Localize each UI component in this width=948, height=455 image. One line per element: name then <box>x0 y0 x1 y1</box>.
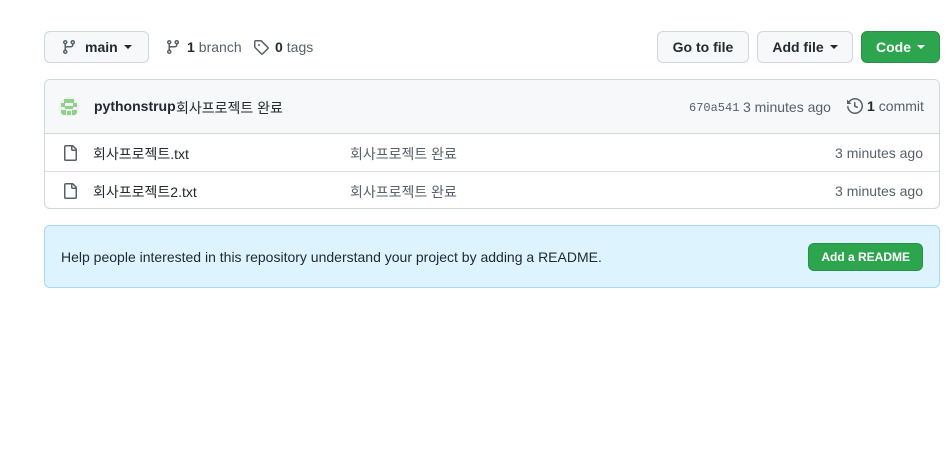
go-to-file-label: Go to file <box>672 39 734 55</box>
readme-prompt-text: Help people interested in this repositor… <box>61 249 602 265</box>
file-icon <box>62 145 78 161</box>
file-commit-time: 3 minutes ago <box>835 145 923 161</box>
commit-count-label: commit <box>878 98 924 114</box>
branch-count: 1 <box>187 39 195 55</box>
file-commit-message-link[interactable]: 회사프로젝트 완료 <box>350 182 457 202</box>
commit-time: 3 minutes ago <box>743 99 831 115</box>
tag-icon <box>253 39 269 55</box>
tags-link[interactable]: 0 tags <box>253 31 313 63</box>
add-file-button[interactable]: Add file <box>757 31 853 63</box>
file-commit-time: 3 minutes ago <box>835 183 923 199</box>
go-to-file-button[interactable]: Go to file <box>657 31 749 63</box>
add-file-label: Add file <box>772 39 824 55</box>
branch-name: main <box>85 39 118 55</box>
file-row: 회사프로젝트2.txt 회사프로젝트 완료 3 minutes ago <box>45 171 939 208</box>
file-commit-message-link[interactable]: 회사프로젝트 완료 <box>350 144 457 164</box>
tag-count: 0 <box>275 39 283 55</box>
file-name-link[interactable]: 회사프로젝트2.txt <box>93 182 197 202</box>
avatar[interactable] <box>59 97 79 117</box>
tag-label: tags <box>286 39 314 55</box>
chevron-down-icon <box>829 45 838 49</box>
add-readme-label: Add a README <box>821 250 910 264</box>
history-icon <box>847 98 863 114</box>
file-browser: pythonstrup 회사프로젝트 완료 670a541 3 minutes … <box>44 79 940 209</box>
add-readme-button[interactable]: Add a README <box>808 243 923 271</box>
latest-commit-row: pythonstrup 회사프로젝트 완료 670a541 3 minutes … <box>45 80 939 134</box>
repo-toolbar: main 1 branch 0 tags Go to file Add file… <box>44 31 940 63</box>
chevron-down-icon <box>917 45 925 49</box>
commit-author-link[interactable]: pythonstrup <box>94 98 176 114</box>
commit-message-link[interactable]: 회사프로젝트 완료 <box>176 98 283 118</box>
branches-link[interactable]: 1 branch <box>165 31 242 63</box>
readme-prompt: Help people interested in this repositor… <box>44 225 940 288</box>
branch-select-button[interactable]: main <box>44 31 149 63</box>
code-button[interactable]: Code <box>861 31 940 63</box>
git-branch-icon <box>61 39 77 55</box>
commit-count: 1 <box>867 98 875 114</box>
code-label: Code <box>876 39 911 55</box>
file-row: 회사프로젝트.txt 회사프로젝트 완료 3 minutes ago <box>45 134 939 171</box>
file-name-link[interactable]: 회사프로젝트.txt <box>93 144 189 164</box>
file-icon <box>62 183 78 199</box>
chevron-down-icon <box>123 45 132 49</box>
git-branch-icon <box>165 39 181 55</box>
commit-history-link[interactable]: 1 commit <box>847 98 924 114</box>
branch-label: branch <box>198 39 242 55</box>
commit-sha-link[interactable]: 670a541 <box>689 101 739 115</box>
